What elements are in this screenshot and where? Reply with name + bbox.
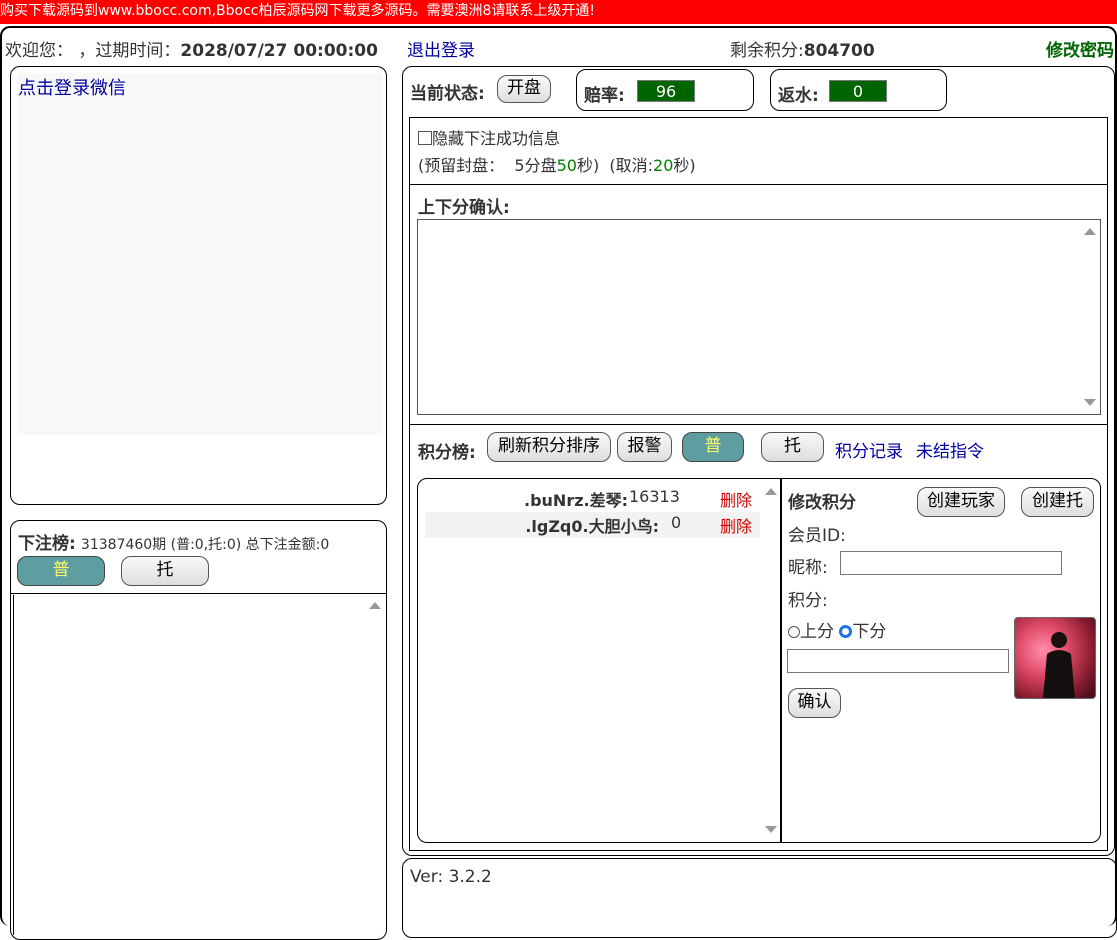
down-radio[interactable]: [839, 625, 853, 638]
direction-radio-group: 上分 下分: [788, 617, 886, 642]
scroll-down-icon[interactable]: [1084, 399, 1096, 406]
bet-board-title: 下注榜:: [18, 534, 76, 554]
refresh-ranking-button[interactable]: 刷新积分排序: [487, 432, 611, 462]
bet-board-divider: [11, 593, 386, 594]
header-welcome: 欢迎您： ，过期时间：2028/07/27 00:00:00: [5, 36, 378, 61]
confirm-textarea[interactable]: [417, 219, 1101, 415]
nickname-label: 昵称:: [788, 558, 828, 578]
points-field-label: 积分:: [788, 591, 828, 611]
expire-time: 2028/07/27 00:00:00: [180, 41, 378, 61]
bet-normal-button[interactable]: 普: [17, 556, 105, 586]
leaderboard-row[interactable]: .lgZq0.大胆小鸟: 0 删除: [425, 512, 760, 538]
welcome-text: 欢迎您： ，过期时间：: [5, 41, 181, 61]
rebate-value[interactable]: 0: [829, 80, 887, 102]
bet-board-info: 31387460期 (普:0,托:0) 总下注金额:0: [80, 537, 330, 553]
scroll-down-icon[interactable]: [765, 826, 777, 833]
player-score: 0: [671, 513, 682, 532]
odds-value[interactable]: 96: [637, 80, 695, 102]
hide-success-option[interactable]: 隐藏下注成功信息: [418, 125, 560, 149]
create-player-button[interactable]: 创建玩家: [917, 487, 1005, 517]
bet-board-header: 下注榜: 31387460期 (普:0,托:0) 总下注金额:0: [18, 529, 329, 554]
delete-link[interactable]: 删除: [720, 487, 752, 511]
bet-board-panel: 下注榜: 31387460期 (普:0,托:0) 总下注金额:0 普 托: [10, 520, 387, 940]
player-name: .buNrz.差琴:: [524, 491, 628, 510]
wechat-login-link[interactable]: 点击登录微信: [18, 74, 126, 100]
promo-banner: 购买下载源码到www.bbocc.com,Bbocc柏辰源码网下载更多源码。需要…: [0, 0, 1117, 24]
points-display: 剩余积分:804700: [730, 36, 875, 61]
points-input[interactable]: [787, 649, 1009, 673]
points-records-link[interactable]: 积分记录: [835, 437, 903, 462]
leaderboard-title: 积分榜:: [418, 443, 476, 463]
footer-panel: Ver: 3.2.2: [402, 858, 1117, 938]
version-text: Ver: 3.2.2: [410, 867, 492, 887]
confirm-modify-button[interactable]: 确认: [788, 688, 841, 718]
cancel-value: 20: [653, 156, 674, 175]
points-label: 剩余积分:: [730, 41, 804, 61]
person-silhouette-icon: [1043, 632, 1075, 698]
leaderboard-row[interactable]: .buNrz.差琴: 16313 删除: [425, 485, 760, 511]
player-score: 16313: [629, 487, 680, 506]
reserve-info: (预留封盘： 5分盘50秒) (取消:20秒): [418, 152, 696, 176]
up-radio[interactable]: [788, 626, 800, 638]
status-label: 当前状态:: [410, 84, 485, 104]
member-id-label: 会员ID:: [788, 526, 846, 546]
pending-orders-link[interactable]: 未结指令: [916, 437, 984, 462]
player-name: .lgZq0.大胆小鸟:: [525, 517, 659, 536]
bet-tuo-button[interactable]: 托: [121, 556, 209, 586]
nickname-input[interactable]: [840, 551, 1062, 575]
down-label: 下分: [852, 622, 887, 642]
rebate-box: 返水: 0: [770, 69, 947, 111]
change-password-link[interactable]: 修改密码: [1046, 36, 1114, 61]
confirm-title: 上下分确认:: [418, 198, 510, 218]
points-value: 804700: [803, 41, 875, 61]
scroll-up-icon[interactable]: [1084, 228, 1096, 235]
odds-label: 赔率:: [584, 86, 625, 106]
logout-link[interactable]: 退出登录: [407, 36, 475, 61]
scroll-up-icon[interactable]: [765, 488, 777, 495]
reserve-suffix: 秒): [576, 156, 600, 175]
delete-link[interactable]: 删除: [720, 513, 752, 537]
scroll-up-icon[interactable]: [369, 602, 381, 609]
alarm-button[interactable]: 报警: [617, 432, 672, 462]
rebate-label: 返水:: [778, 86, 819, 106]
cancel-suffix: 秒): [673, 156, 696, 175]
wechat-qr-area: [17, 73, 383, 435]
reserve-value: 50: [556, 156, 577, 175]
create-tuo-button[interactable]: 创建托: [1021, 487, 1094, 517]
open-market-button[interactable]: 开盘: [497, 75, 551, 103]
leaderboard-divider: [780, 479, 782, 842]
leaderboard-normal-button[interactable]: 普: [682, 432, 744, 462]
bet-list-area: [13, 595, 384, 935]
up-label: 上分: [800, 622, 834, 642]
odds-box: 赔率: 96: [576, 69, 754, 111]
wechat-panel: 点击登录微信: [10, 66, 387, 505]
cancel-prefix: (取消:: [609, 156, 654, 175]
hide-success-checkbox[interactable]: [418, 131, 432, 145]
reserve-prefix: (预留封盘： 5分盘: [418, 156, 557, 175]
modify-points-title: 修改积分: [788, 493, 856, 513]
leaderboard-tuo-button[interactable]: 托: [761, 432, 824, 462]
hide-success-label: 隐藏下注成功信息: [432, 129, 561, 148]
avatar: [1014, 617, 1096, 699]
